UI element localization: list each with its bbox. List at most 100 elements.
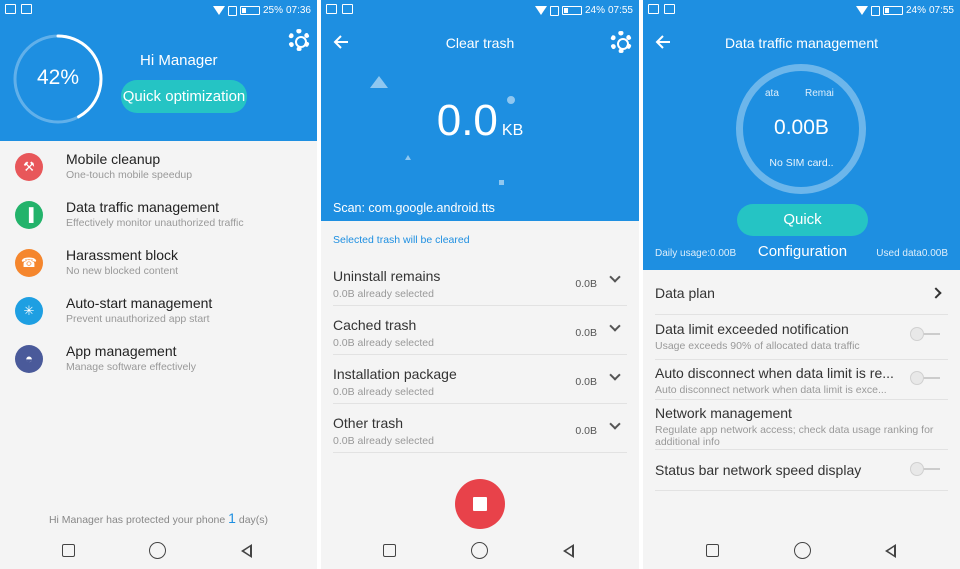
app-title: Hi Manager xyxy=(140,52,218,69)
chevron-down-icon[interactable] xyxy=(609,320,621,332)
chevron-down-icon[interactable] xyxy=(609,271,621,283)
back-icon[interactable] xyxy=(241,544,252,558)
trash-category-row[interactable]: Installation package 0.0B already selecte… xyxy=(333,355,627,404)
trash-category-row[interactable]: Cached trash 0.0B already selected 0.0B xyxy=(333,306,627,355)
trash-size-value: 0.0 xyxy=(436,96,498,145)
menu-item[interactable]: ✳ Auto-start management Prevent unauthoriz… xyxy=(0,291,317,339)
particle-icon xyxy=(499,180,504,185)
setting-title: Auto disconnect when data limit is re... xyxy=(655,365,894,381)
toggle-knob xyxy=(910,462,924,476)
trash-size-unit: KB xyxy=(501,122,524,139)
trash-category-size: 0.0B xyxy=(575,376,597,388)
header: 24% 07:55 Data traffic management ata Re… xyxy=(643,0,960,270)
trash-category-subtitle: 0.0B already selected xyxy=(333,386,434,398)
setting-row[interactable]: Network management Regulate app network a… xyxy=(655,402,948,450)
menu-item[interactable]: ▐ Data traffic management Effectively moni… xyxy=(0,195,317,243)
trash-hint: Selected trash will be cleared xyxy=(333,234,470,246)
menu-item-subtitle: Effectively monitor unauthorized traffic xyxy=(66,217,244,229)
status-bar: 24% 07:55 xyxy=(643,0,960,22)
setting-subtitle: Auto disconnect network when data limit … xyxy=(655,384,887,396)
daily-usage: Daily usage:0.00B xyxy=(655,248,737,259)
setting-row[interactable]: Status bar network speed display xyxy=(655,453,948,491)
toggle-knob xyxy=(910,371,924,385)
data-plan-row[interactable]: Data plan xyxy=(655,279,948,315)
trash-category-row[interactable]: Uninstall remains 0.0B already selected 0.… xyxy=(333,257,627,306)
setting-row[interactable]: Auto disconnect when data limit is re...… xyxy=(655,362,948,400)
menu-item-title: Mobile cleanup xyxy=(66,151,161,167)
recents-icon[interactable] xyxy=(706,544,719,557)
toggle-switch[interactable] xyxy=(910,371,940,385)
trash-category-title: Cached trash xyxy=(333,317,417,333)
trash-category-size: 0.0B xyxy=(575,278,597,290)
battery-icon xyxy=(239,6,260,15)
chevron-down-icon[interactable] xyxy=(609,418,621,430)
setting-title: Network management xyxy=(655,405,792,421)
menu-item-title: Auto-start management xyxy=(66,295,213,311)
chevron-right-icon xyxy=(930,287,942,299)
page-title: Clear trash xyxy=(445,35,515,51)
back-icon[interactable] xyxy=(563,544,574,558)
stop-icon xyxy=(473,497,487,511)
setting-row[interactable]: Data limit exceeded notification Usage ex… xyxy=(655,318,948,360)
protection-prefix: Hi Manager has protected your phone xyxy=(48,514,226,526)
home-icon[interactable] xyxy=(149,542,166,559)
trash-category-title: Other trash xyxy=(333,415,404,431)
sim-icon xyxy=(227,5,237,16)
home-icon[interactable] xyxy=(471,542,488,559)
broom-icon: ⚒ xyxy=(15,153,43,181)
battery-level: 24% xyxy=(905,5,926,16)
ring-remaining-label: Remai xyxy=(805,88,834,99)
sim-status: No SIM card.. xyxy=(769,157,834,169)
trash-category-title: Uninstall remains xyxy=(333,268,441,284)
quick-optimization-button[interactable]: Quick optimization xyxy=(121,80,247,113)
menu-item[interactable]: ☎ Harassment block No new blocked content xyxy=(0,243,317,291)
battery-level: 25% xyxy=(262,5,283,16)
trash-category-title: Installation package xyxy=(333,366,457,382)
home-icon[interactable] xyxy=(794,542,811,559)
wifi-icon xyxy=(534,6,547,15)
chevron-down-icon[interactable] xyxy=(609,369,621,381)
recents-icon[interactable] xyxy=(383,544,396,557)
particle-icon xyxy=(370,76,388,88)
trash-category-size: 0.0B xyxy=(575,425,597,437)
clock: 07:55 xyxy=(607,5,633,16)
recents-icon[interactable] xyxy=(62,544,75,557)
menu-item[interactable]: ⚒ Mobile cleanup One-touch mobile speedup xyxy=(0,147,317,195)
clock: 07:36 xyxy=(285,5,311,16)
navigation-bar xyxy=(0,533,317,569)
navigation-bar xyxy=(643,533,960,569)
header: 24% 07:55 Clear trash 0.0 KB Scan: com.go… xyxy=(321,0,639,221)
header: 25% 07:36 42% Hi Manager Quick optimizat… xyxy=(0,0,317,141)
page-title: Data traffic management xyxy=(724,35,879,51)
trash-category-row[interactable]: Other trash 0.0B already selected 0.0B xyxy=(333,404,627,453)
hi-manager-screen: 25% 07:36 42% Hi Manager Quick optimizat… xyxy=(0,0,317,569)
menu-item-title: App management xyxy=(66,343,177,359)
wifi-icon xyxy=(212,6,225,15)
gear-icon[interactable] xyxy=(288,29,310,51)
image-icon xyxy=(342,4,353,14)
optimization-score: 42% xyxy=(36,66,80,89)
toggle-switch[interactable] xyxy=(910,327,940,341)
menu-item-subtitle: Manage software effectively xyxy=(66,361,196,373)
trash-category-subtitle: 0.0B already selected xyxy=(333,435,434,447)
data-traffic-screen: 24% 07:55 Data traffic management ata Re… xyxy=(643,0,960,569)
trash-category-subtitle: 0.0B already selected xyxy=(333,288,434,300)
menu-item[interactable]: ◓ App management Manage software effective… xyxy=(0,339,317,387)
back-icon[interactable] xyxy=(885,544,896,558)
android-icon: ◓ xyxy=(15,345,43,373)
menu-item-title: Harassment block xyxy=(66,247,179,263)
setting-title: Data limit exceeded notification xyxy=(655,321,849,337)
sim-icon xyxy=(870,5,880,16)
sim-icon xyxy=(549,5,559,16)
stop-scan-button[interactable] xyxy=(455,479,505,529)
clock: 07:55 xyxy=(928,5,954,16)
trash-category-size: 0.0B xyxy=(575,327,597,339)
image-icon xyxy=(664,4,675,14)
gear-icon[interactable] xyxy=(610,31,632,53)
data-plan-label: Data plan xyxy=(655,285,715,301)
trash-category-subtitle: 0.0B already selected xyxy=(333,337,434,349)
menu-item-subtitle: No new blocked content xyxy=(66,265,179,277)
sparkle-icon: ✳ xyxy=(15,297,43,325)
quick-configuration-button[interactable]: Quick Configuration xyxy=(737,204,868,260)
toggle-switch[interactable] xyxy=(910,462,940,476)
